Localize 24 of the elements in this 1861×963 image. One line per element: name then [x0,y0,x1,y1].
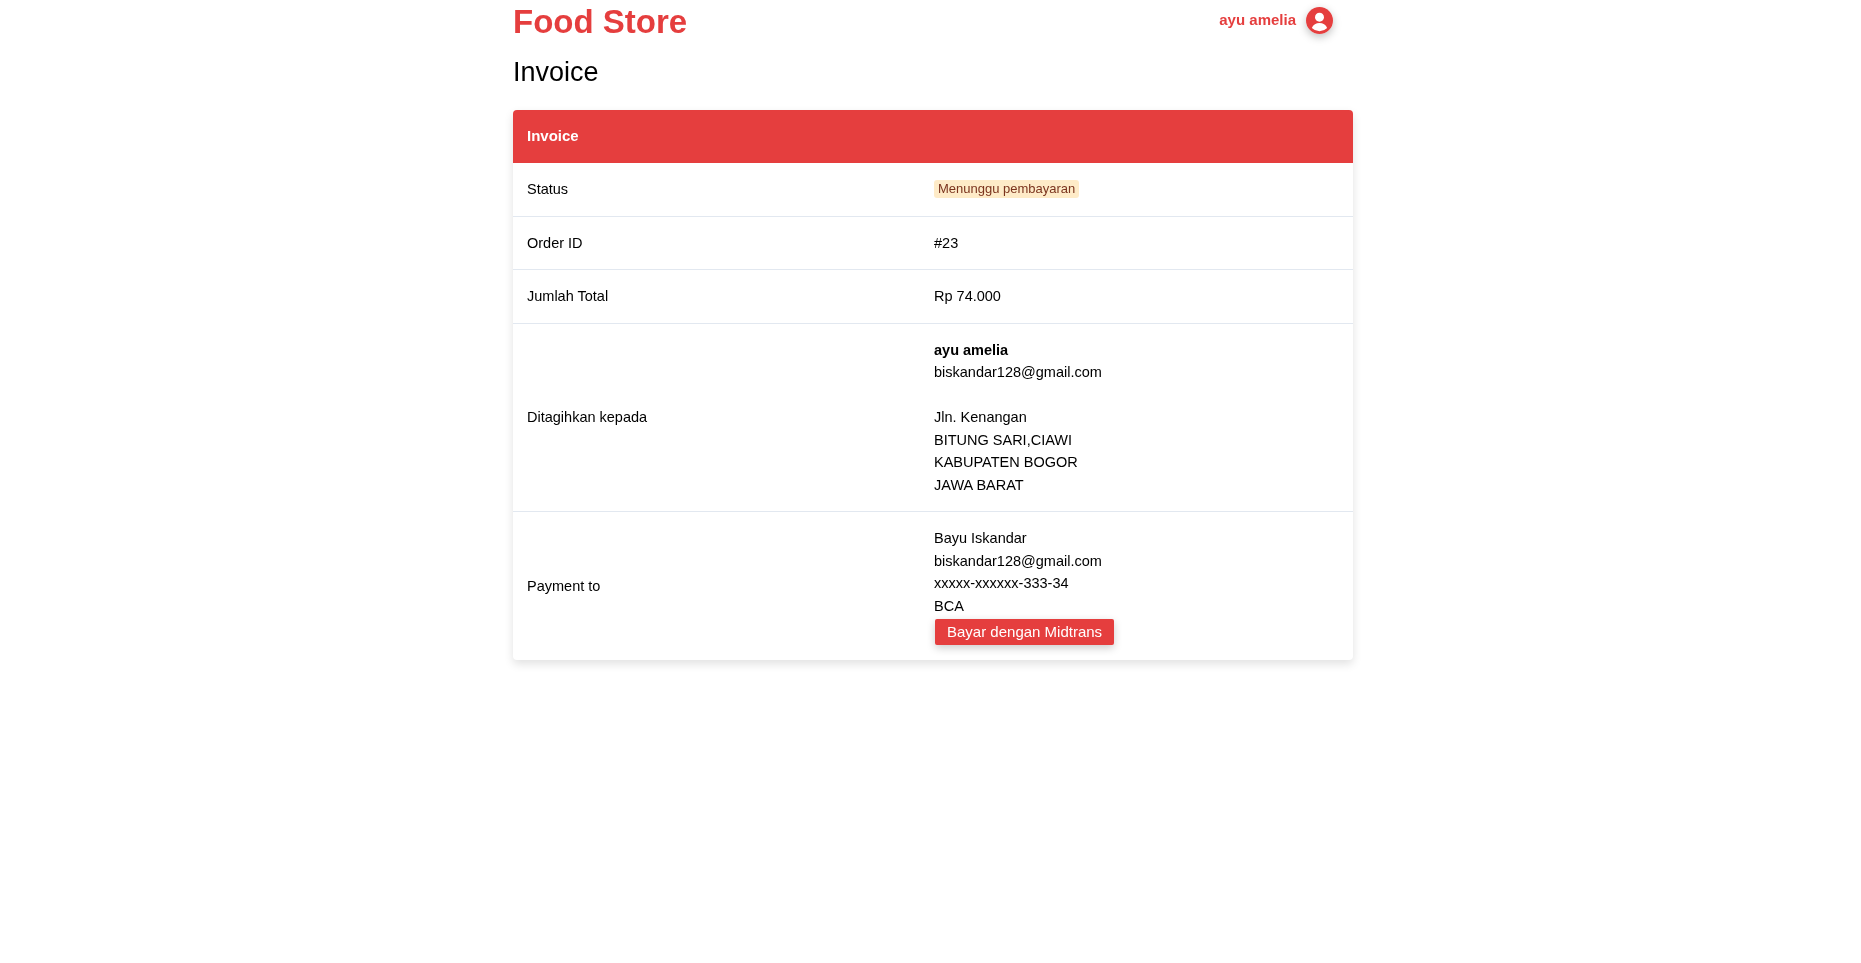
status-badge: Menunggu pembayaran [934,180,1080,199]
payment-detail: biskandar128@gmail.com [934,551,1102,571]
row-label: Jumlah Total [527,287,609,306]
row-label: Status [527,180,569,199]
row-label: Ditagihkan kepada [527,408,648,427]
row-label: Order ID [527,233,583,253]
customer-name: ayu amelia [934,340,1009,360]
page-title: Invoice [513,56,599,89]
brand-title[interactable]: Food Store [513,2,688,42]
value-text: Rp 74.000 [934,287,1001,306]
row-label: Payment to [527,576,601,596]
user-name[interactable]: ayu amelia [1219,9,1296,32]
payment-detail: xxxxx-xxxxxx-333-34 [934,574,1069,593]
address-line: JAWA BARAT [934,475,1024,495]
customer-email: biskandar128@gmail.com [934,363,1102,382]
pay-button[interactable]: Bayar dengan Midtrans [935,619,1115,645]
address-line: Jln. Kenangan [934,408,1027,427]
address-line: BITUNG SARI,CIAWI [934,430,1073,450]
user-icon[interactable] [1306,7,1333,34]
value-text: #23 [934,233,959,253]
address-line: KABUPATEN BOGOR [934,453,1078,472]
invoice-header-title: Invoice [527,126,579,147]
payment-detail: BCA [934,596,964,616]
payment-detail: Bayu Iskandar [934,529,1027,548]
